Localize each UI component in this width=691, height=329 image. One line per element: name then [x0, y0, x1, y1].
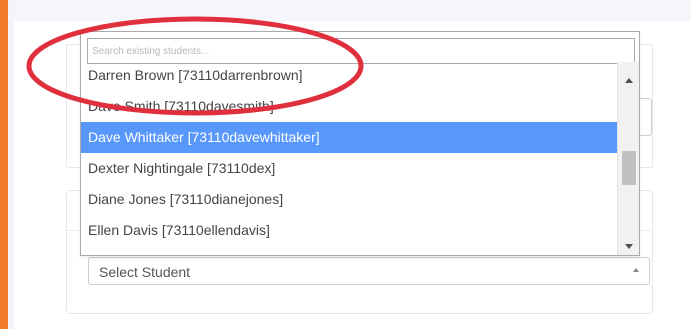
student-search-input[interactable]: [87, 38, 635, 64]
dropdown-scrollbar[interactable]: [617, 62, 639, 255]
student-select-value: Select Student: [99, 264, 191, 280]
scroll-down-arrow-icon[interactable]: [625, 244, 633, 249]
student-option[interactable]: Dave Smith [73110davesmith]: [81, 91, 617, 122]
student-option-highlighted[interactable]: Dave Whittaker [73110davewhittaker]: [81, 122, 617, 153]
student-option[interactable]: Dexter Nightingale [73110dex]: [81, 153, 617, 184]
orange-accent-bar: [0, 0, 8, 329]
student-option[interactable]: Diane Jones [73110dianejones]: [81, 184, 617, 215]
scroll-up-arrow-icon[interactable]: [625, 78, 633, 83]
top-bar: [14, 0, 691, 22]
student-select[interactable]: Select Student: [88, 257, 650, 285]
student-option[interactable]: Ellen Davis [73110ellendavis]: [81, 215, 617, 246]
student-options-list: Darren Brown [73110darrenbrown] Dave Smi…: [81, 62, 617, 255]
scrollbar-thumb[interactable]: [622, 151, 636, 185]
student-option[interactable]: Darren Brown [73110darrenbrown]: [81, 62, 617, 91]
student-option[interactable]: [81, 246, 617, 255]
caret-up-icon: [633, 268, 639, 272]
student-dropdown: Darren Brown [73110darrenbrown] Dave Smi…: [80, 31, 640, 256]
